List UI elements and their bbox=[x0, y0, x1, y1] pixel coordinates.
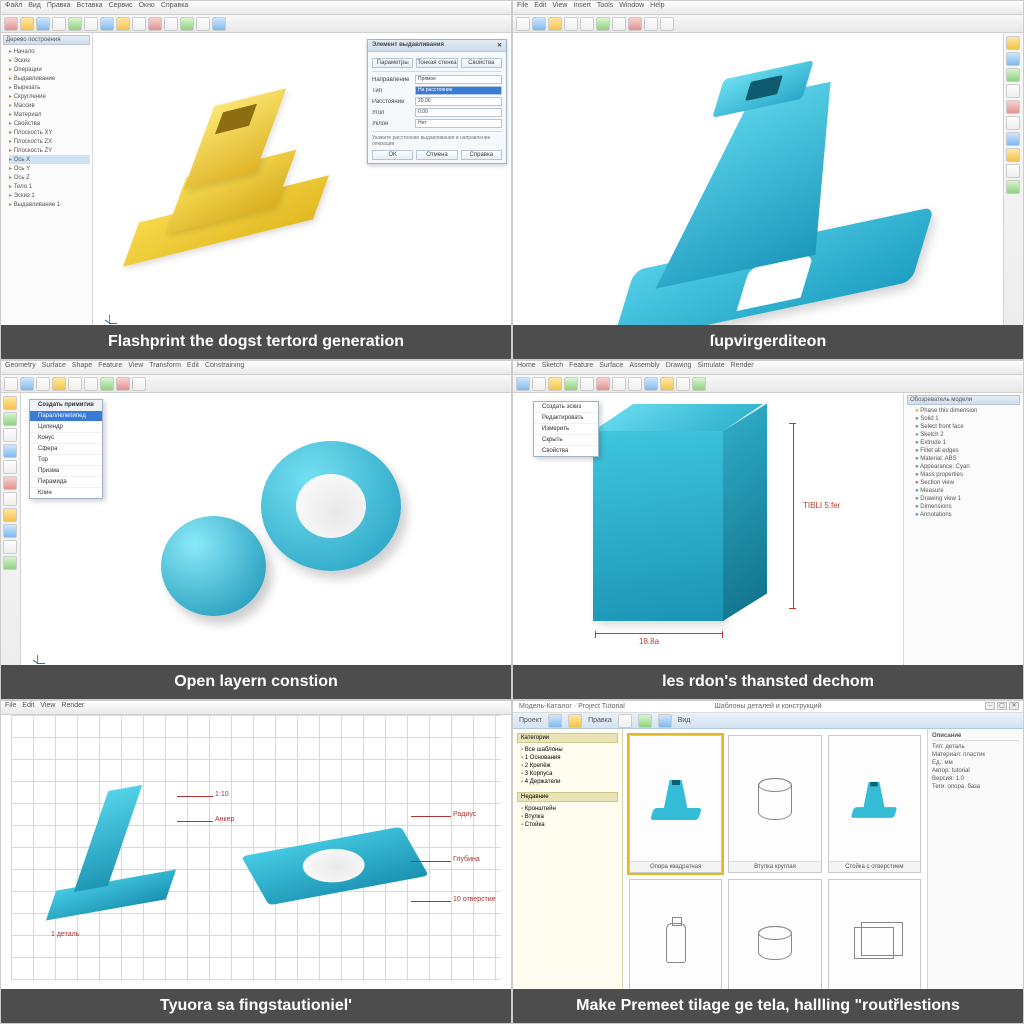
thumb-item[interactable]: Втулка круглая bbox=[728, 735, 821, 873]
caption-2: ſupvirgerditeon bbox=[513, 325, 1023, 359]
p6-category-panel[interactable]: Категории Все шаблоны1 Основания2 Крепёж… bbox=[513, 729, 623, 1023]
p1-extrude-dialog[interactable]: Элемент выдавливания✕ Параметры Тонкая с… bbox=[367, 39, 507, 164]
tool-icon[interactable] bbox=[3, 396, 17, 410]
caption-3: Open layern constion bbox=[1, 665, 511, 699]
tool-icon[interactable] bbox=[1006, 116, 1020, 130]
tool-icon[interactable] bbox=[638, 714, 652, 728]
p1-feature-tree[interactable]: Дерево построения НачалоЭскизОперации Вы… bbox=[1, 33, 93, 359]
tool-icon[interactable] bbox=[3, 428, 17, 442]
tool-icon[interactable] bbox=[3, 412, 17, 426]
tool-icon[interactable] bbox=[3, 556, 17, 570]
p6-toolbar[interactable]: Проект Правка Вид bbox=[513, 713, 1023, 729]
close-icon[interactable]: ✕ bbox=[497, 42, 502, 49]
tool-icon[interactable] bbox=[1006, 148, 1020, 162]
p4-model-browser[interactable]: Обозреватель модели Phase this dimension… bbox=[903, 393, 1023, 687]
minimize-icon[interactable]: – bbox=[985, 702, 995, 710]
p3-left-iconbar[interactable] bbox=[1, 393, 21, 687]
panel-4: HomeSketchFeatureSurfaceAssemblyDrawingS… bbox=[512, 360, 1024, 700]
p4-3d-viewport[interactable] bbox=[593, 431, 723, 621]
dim-width bbox=[595, 633, 723, 634]
p3-toolbar[interactable] bbox=[1, 375, 511, 393]
tool-icon[interactable] bbox=[1006, 36, 1020, 50]
p1-toolbar[interactable] bbox=[1, 15, 511, 33]
tool-icon[interactable] bbox=[3, 524, 17, 538]
panel-2: FileEditViewInsertToolsWindowHelp ſupvir… bbox=[512, 0, 1024, 360]
ok-button[interactable]: OK bbox=[372, 150, 413, 160]
p4-context-menu[interactable]: Создать эскиз Редактировать Измерить Скр… bbox=[533, 401, 599, 457]
tool-icon[interactable] bbox=[1006, 180, 1020, 194]
p1-menubar[interactable]: ФайлВидПравкаВставкаСервисОкноСправка bbox=[1, 1, 511, 15]
p5-menubar[interactable]: FileEditViewRender bbox=[1, 701, 511, 715]
thumb-item[interactable]: Опора квадратная bbox=[629, 735, 722, 873]
p4-toolbar[interactable] bbox=[513, 375, 1023, 393]
panel-5: FileEditViewRender 1:10 Анкер 1 деталь Р… bbox=[0, 700, 512, 1024]
caption-6: Make Premeet tilage ge tela, hallling "r… bbox=[513, 989, 1023, 1023]
tool-icon[interactable] bbox=[3, 460, 17, 474]
close-icon[interactable]: ✕ bbox=[1009, 702, 1019, 710]
tool-icon[interactable] bbox=[1006, 84, 1020, 98]
tool-icon[interactable] bbox=[1006, 100, 1020, 114]
cancel-button[interactable]: Отмена bbox=[416, 150, 457, 160]
tool-icon[interactable] bbox=[1006, 132, 1020, 146]
tool-icon[interactable] bbox=[658, 714, 672, 728]
tool-icon[interactable] bbox=[3, 508, 17, 522]
p2-toolbar[interactable] bbox=[513, 15, 1023, 33]
tool-icon[interactable] bbox=[1006, 52, 1020, 66]
tool-icon[interactable] bbox=[568, 714, 582, 728]
p5-grid-plane[interactable] bbox=[11, 715, 501, 981]
dim-height bbox=[793, 423, 794, 609]
p2-right-iconbar[interactable] bbox=[1003, 33, 1023, 347]
tool-icon[interactable] bbox=[1006, 68, 1020, 82]
tool-icon[interactable] bbox=[1006, 164, 1020, 178]
p3-context-menu[interactable]: Создать примитив Параллелепипед Цилиндр … bbox=[29, 399, 103, 499]
thumb-item[interactable]: Стойка с отверстием bbox=[828, 735, 921, 873]
tool-icon[interactable] bbox=[3, 492, 17, 506]
tool-icon[interactable] bbox=[3, 444, 17, 458]
p6-details-panel: Описание Тип: детальМатериал: пластикЕд.… bbox=[927, 729, 1023, 1023]
caption-5: Tyuora sa fingstautioniel' bbox=[1, 989, 511, 1023]
p4-menubar[interactable]: HomeSketchFeatureSurfaceAssemblyDrawingS… bbox=[513, 361, 1023, 375]
panel-6: Модель-Каталог · Project Tutorial Шаблон… bbox=[512, 700, 1024, 1024]
p6-window-titlebar: Модель-Каталог · Project Tutorial Шаблон… bbox=[513, 701, 1023, 713]
tool-icon[interactable] bbox=[3, 540, 17, 554]
caption-1: Flashprint the dogst tertord generation bbox=[1, 325, 511, 359]
help-button[interactable]: Справка bbox=[461, 150, 502, 160]
p2-menubar[interactable]: FileEditViewInsertToolsWindowHelp bbox=[513, 1, 1023, 15]
panel-1: ФайлВидПравкаВставкаСервисОкноСправка Де… bbox=[0, 0, 512, 360]
panel-3: GeometrySurfaceShapeFeatureViewTransform… bbox=[0, 360, 512, 700]
p3-menubar[interactable]: GeometrySurfaceShapeFeatureViewTransform… bbox=[1, 361, 511, 375]
p6-thumbnail-grid[interactable]: Опора квадратная Втулка круглая Стойка с… bbox=[623, 729, 927, 1023]
maximize-icon[interactable]: ▢ bbox=[997, 702, 1007, 710]
tool-icon[interactable] bbox=[548, 714, 562, 728]
caption-4: les rdon's thansted dechom bbox=[513, 665, 1023, 699]
tool-icon[interactable] bbox=[618, 714, 632, 728]
tool-icon[interactable] bbox=[3, 476, 17, 490]
